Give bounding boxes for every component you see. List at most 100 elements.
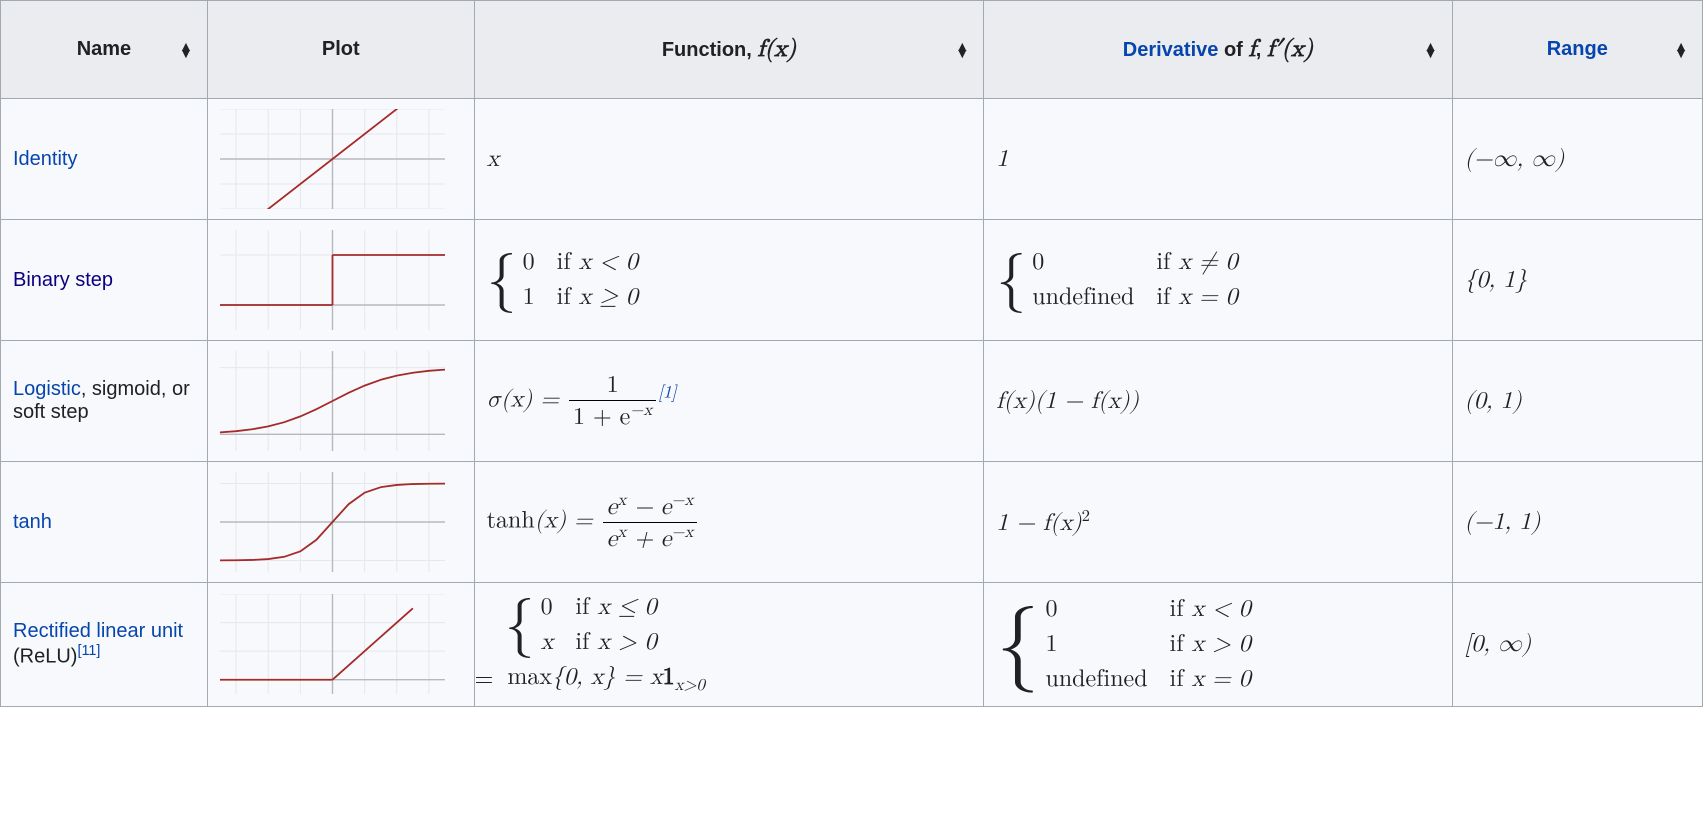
- plot-relu[interactable]: [220, 594, 445, 694]
- fn-lhs: σ(x) =: [487, 387, 567, 411]
- frac-den: 1 + e: [573, 405, 630, 429]
- sort-icon: ▲▼: [955, 43, 969, 57]
- fn-arg: (x) =: [535, 508, 601, 532]
- logistic-link[interactable]: Logistic: [13, 378, 81, 400]
- alt: max: [507, 665, 552, 689]
- sort-icon: ▲▼: [1424, 43, 1438, 57]
- alt: 1: [663, 665, 675, 689]
- tanh-link[interactable]: tanh: [13, 511, 52, 533]
- table-row: Binary step { 0if x < 0 1if x ≥ 0 { 0if …: [1, 220, 1703, 341]
- case-val: 0: [1045, 595, 1147, 624]
- relu-paren: (ReLU): [13, 646, 77, 668]
- case-val: 1: [1045, 630, 1147, 659]
- tanh-function: tanh(x) = ex − e−x ex + e−x: [474, 462, 984, 583]
- sort-icon: ▲▼: [1674, 43, 1688, 57]
- case-val: 0: [1032, 248, 1134, 277]
- alt-eq: =: [475, 665, 494, 694]
- col-header-derivative[interactable]: Derivative of f, f′(x) ▲▼: [984, 1, 1452, 99]
- case-val: 1: [523, 283, 535, 312]
- case-cond-prefix: if: [1170, 667, 1192, 691]
- case-cond-prefix: if: [1170, 597, 1192, 621]
- table-row: Identity x 1 (−∞, ∞): [1, 99, 1703, 220]
- alt: {0, x} = x: [552, 665, 663, 689]
- num: e: [607, 495, 618, 519]
- binary-step-function: { 0if x < 0 1if x ≥ 0: [487, 248, 638, 312]
- logistic-derivative: f(x)(1 − f(x)): [984, 341, 1452, 462]
- relu-function: { 0if x ≤ 0 xif x > 0 = max{0, x} = x1x>…: [474, 583, 984, 707]
- identity-link[interactable]: Identity: [13, 148, 77, 170]
- case-val: 0: [523, 248, 535, 277]
- identity-range: (−∞, ∞): [1452, 99, 1702, 220]
- der-base: 1 − f(x): [996, 511, 1081, 535]
- frac-num: 1: [569, 371, 656, 400]
- table-row: Logistic, sigmoid, or soft step σ(x) = 1…: [1, 341, 1703, 462]
- case-val: undefined: [1032, 283, 1134, 312]
- case-cond: x < 0: [1192, 597, 1251, 621]
- den: + e: [626, 527, 671, 551]
- case-cond: x > 0: [1192, 632, 1251, 656]
- plot-tanh[interactable]: [220, 472, 445, 572]
- header-derivative-math2: f′(x): [1267, 37, 1313, 61]
- header-derivative-mid: of: [1218, 39, 1248, 61]
- den: e: [607, 527, 618, 551]
- exp: −x: [671, 524, 693, 541]
- header-name-label: Name: [77, 38, 131, 60]
- table-row: Rectified linear unit (ReLU)[11] { 0if x…: [1, 583, 1703, 707]
- case-cond: x ≥ 0: [579, 285, 638, 309]
- plot-binary-step[interactable]: [220, 230, 445, 330]
- case-cond-prefix: if: [575, 630, 597, 654]
- case-cond-prefix: if: [1156, 285, 1178, 309]
- header-function-math: f(x): [757, 37, 796, 61]
- col-header-name[interactable]: Name ▲▼: [1, 1, 208, 99]
- header-function-prefix: Function,: [662, 39, 758, 61]
- header-derivative-sep: ,: [1256, 39, 1267, 61]
- case-cond: x ≤ 0: [597, 595, 656, 619]
- col-header-function[interactable]: Function, f(x) ▲▼: [474, 1, 984, 99]
- binary-step-derivative: { 0if x ≠ 0 undefinedif x = 0: [996, 248, 1237, 312]
- tanh-derivative: 1 − f(x)2: [984, 462, 1452, 583]
- header-plot-label: Plot: [322, 38, 360, 60]
- fn-lhs: tanh: [487, 508, 535, 532]
- case-cond-prefix: if: [575, 595, 597, 619]
- binary-step-range: {0, 1}: [1452, 220, 1702, 341]
- case-cond: x ≠ 0: [1178, 250, 1237, 274]
- logistic-function: σ(x) = 1 1 + e−x [1]: [474, 341, 984, 462]
- sort-icon: ▲▼: [179, 43, 193, 57]
- identity-derivative: 1: [984, 99, 1452, 220]
- header-row: Name ▲▼ Plot Function, f(x) ▲▼ Derivative …: [1, 1, 1703, 99]
- frac-den-exp: −x: [630, 402, 652, 419]
- case-val: undefined: [1045, 665, 1147, 694]
- relu-range: [0, ∞): [1452, 583, 1702, 707]
- tanh-range: (−1, 1): [1452, 462, 1702, 583]
- relu-derivative: { 0if x < 0 1if x > 0 undefinedif x = 0: [996, 595, 1251, 694]
- range-link[interactable]: Range: [1547, 38, 1608, 60]
- relu-link[interactable]: Rectified linear unit: [13, 620, 183, 642]
- col-header-range[interactable]: Range ▲▼: [1452, 1, 1702, 99]
- citation-ref[interactable]: [1]: [658, 384, 676, 401]
- citation-ref[interactable]: [11]: [77, 643, 100, 659]
- logistic-range: (0, 1): [1452, 341, 1702, 462]
- col-header-plot: Plot: [207, 1, 474, 99]
- derivative-link[interactable]: Derivative: [1123, 39, 1219, 61]
- plot-identity[interactable]: [220, 109, 445, 209]
- plot-logistic[interactable]: [220, 351, 445, 451]
- alt-sub: x>0: [675, 677, 705, 694]
- exp: x: [617, 524, 626, 541]
- exp: −x: [671, 492, 693, 509]
- case-cond: x > 0: [597, 630, 656, 654]
- table-row: tanh tanh(x) = ex − e−x ex + e−x 1 − f(x…: [1, 462, 1703, 583]
- case-cond-prefix: if: [557, 285, 579, 309]
- activation-functions-table: Name ▲▼ Plot Function, f(x) ▲▼ Derivative …: [0, 0, 1703, 707]
- case-cond-prefix: if: [557, 250, 579, 274]
- num: − e: [626, 495, 671, 519]
- case-cond: x = 0: [1178, 285, 1237, 309]
- exp: x: [617, 492, 626, 509]
- identity-function: x: [474, 99, 984, 220]
- case-cond: x < 0: [579, 250, 638, 274]
- der-exp: 2: [1082, 508, 1090, 525]
- case-val: 0: [541, 593, 554, 622]
- case-val: x: [541, 628, 554, 657]
- header-derivative-math1: f: [1248, 37, 1255, 61]
- binary-step-link[interactable]: Binary step: [13, 269, 113, 291]
- case-cond-prefix: if: [1156, 250, 1178, 274]
